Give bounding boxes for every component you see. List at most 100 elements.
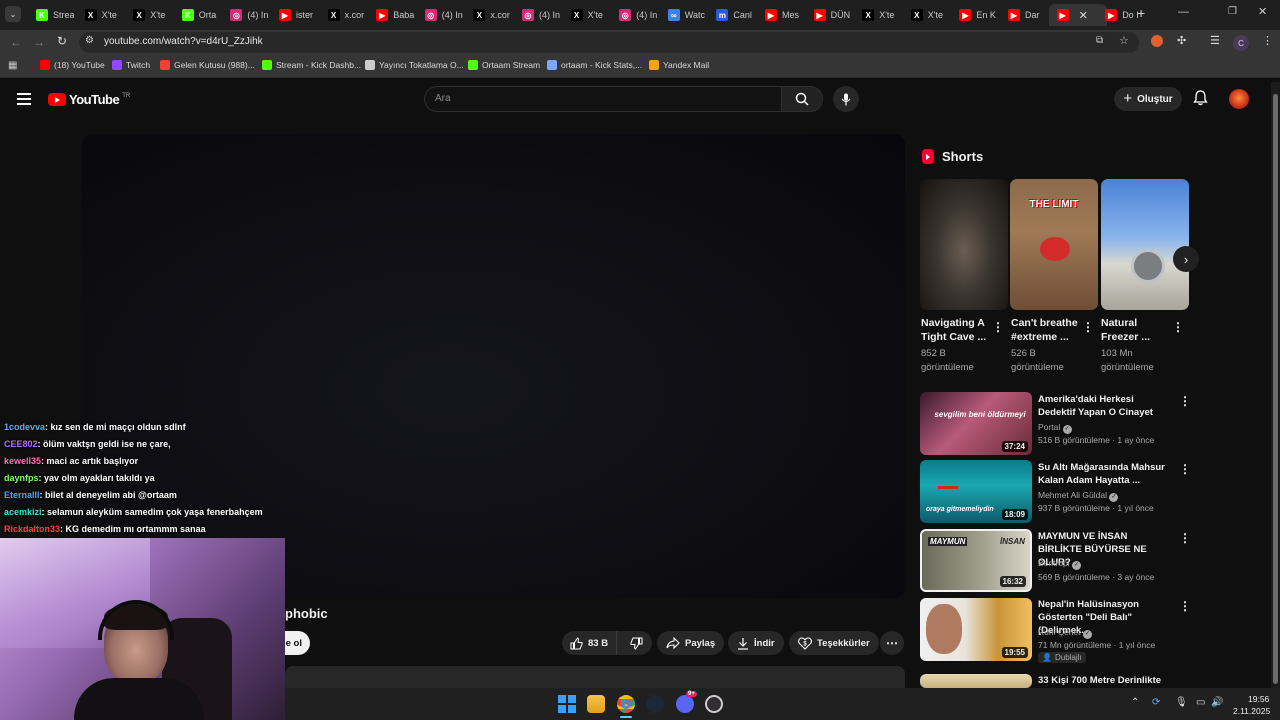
channel-name[interactable]: Mehmet Ali Güldal ✓ — [1038, 490, 1119, 502]
puzzle-extensions-icon[interactable]: ✣ — [1177, 34, 1186, 47]
video-thumbnail[interactable] — [920, 674, 1032, 688]
account-avatar[interactable] — [1229, 89, 1249, 109]
menu-kebab-icon[interactable]: ⋮ — [1262, 34, 1273, 47]
hamburger-menu-icon[interactable] — [17, 93, 31, 105]
bookmark-star-icon[interactable]: ☆ — [1119, 34, 1129, 47]
create-button[interactable]: + Oluştur — [1114, 87, 1182, 111]
bookmark-item[interactable]: ortaam - Kick Stats,... — [547, 60, 642, 70]
video-thumbnail[interactable]: 19:55 — [920, 598, 1032, 661]
channel-name[interactable]: Bentropi ✓ — [1038, 558, 1082, 570]
close-window-button[interactable]: ✕ — [1258, 5, 1267, 18]
short-menu-kebab-icon[interactable]: ⋮ — [1082, 320, 1094, 334]
bookmark-item[interactable]: Gelen Kutusu (988)... — [160, 60, 255, 70]
apps-grid-icon[interactable]: ▦ — [8, 60, 17, 71]
extension-icon[interactable] — [1151, 35, 1163, 47]
tray-volume-icon[interactable]: 🔊 — [1211, 697, 1223, 708]
obs-icon[interactable] — [705, 695, 723, 713]
chrome-icon[interactable] — [617, 695, 635, 713]
video-title-link[interactable]: Amerika'daki Herkesi Dedektif Yapan O Ci… — [1038, 393, 1173, 419]
video-title-link[interactable]: 33 Kişi 700 Metre Derinlikte — [1038, 674, 1173, 687]
video-thumbnail[interactable]: sevgilim beni öldürmeyi 37:24 — [920, 392, 1032, 455]
share-button[interactable]: Paylaş — [657, 631, 725, 655]
video-thumbnail[interactable]: MAYMUN İNSAN 16:32 — [920, 529, 1032, 592]
discord-icon[interactable]: 9+ — [676, 691, 697, 713]
clock-time[interactable]: 19:56 — [1248, 694, 1269, 704]
close-tab-icon[interactable]: ✕ — [1079, 9, 1088, 22]
browser-tab[interactable]: ▶ Dar — [1000, 4, 1046, 26]
video-thumbnail[interactable]: oraya gitmemeliydin 18:09 — [920, 460, 1032, 523]
like-button[interactable]: 83 B — [562, 631, 617, 655]
file-explorer-icon[interactable] — [587, 695, 605, 713]
short-title[interactable]: Can't breathe #extreme ... — [1011, 316, 1081, 344]
youtube-logo[interactable]: YouTube TR — [48, 92, 130, 107]
page-scrollbar[interactable] — [1271, 82, 1280, 688]
video-menu-kebab-icon[interactable]: ⋮ — [1179, 462, 1191, 476]
minimize-window-button[interactable]: — — [1178, 6, 1189, 18]
tray-sync-icon[interactable]: ⟳ — [1152, 697, 1160, 708]
browser-tab[interactable]: ◎ (4) In — [417, 4, 463, 26]
windows-start-icon[interactable] — [558, 695, 576, 713]
browser-tab[interactable]: ◎ (4) In — [514, 4, 560, 26]
search-box[interactable]: Ara — [424, 86, 782, 112]
reading-list-icon[interactable]: ☰ — [1210, 34, 1220, 47]
profile-avatar[interactable]: C — [1233, 35, 1249, 51]
bookmark-item[interactable]: (18) YouTube — [40, 60, 105, 70]
dislike-button[interactable] — [622, 631, 652, 655]
clock-date[interactable]: 2.11.2025 — [1233, 706, 1270, 716]
tray-network-icon[interactable]: ▭ — [1196, 697, 1205, 708]
video-menu-kebab-icon[interactable]: ⋮ — [1179, 599, 1191, 613]
short-title[interactable]: Natural Freezer ... — [1101, 316, 1171, 344]
channel-name[interactable]: Ruhi Çenet ✓ — [1038, 627, 1092, 639]
browser-tab[interactable]: K Orta — [174, 4, 220, 26]
bookmark-item[interactable]: Twitch — [112, 60, 150, 70]
bookmark-item[interactable]: Yayıncı Tokatlama O... — [365, 60, 464, 70]
channel-name[interactable]: Portal ✓ — [1038, 422, 1072, 434]
tray-chevron-up-icon[interactable]: ⌃ — [1131, 697, 1139, 708]
browser-tab[interactable]: ◎ (4) In — [611, 4, 657, 26]
voice-search-button[interactable] — [833, 86, 859, 112]
reload-icon[interactable]: ↻ — [57, 34, 67, 48]
notifications-bell-icon[interactable] — [1193, 90, 1208, 111]
search-input[interactable]: Ara — [435, 93, 451, 104]
video-menu-kebab-icon[interactable]: ⋮ — [1179, 531, 1191, 545]
short-title[interactable]: Navigating A Tight Cave ... — [921, 316, 991, 344]
short-thumbnail[interactable] — [1101, 179, 1189, 310]
browser-tab[interactable]: ▶ Baba — [368, 4, 414, 26]
bookmark-item[interactable]: Yandex Mail — [649, 60, 709, 70]
browser-tab[interactable]: m Canl — [708, 4, 754, 26]
browser-tab[interactable]: ▶ DÜN — [806, 4, 852, 26]
tab-search-button[interactable]: ⌄ — [5, 6, 21, 22]
forward-icon[interactable]: → — [33, 35, 45, 49]
video-menu-kebab-icon[interactable]: ⋮ — [1179, 394, 1191, 408]
search-button[interactable] — [781, 86, 823, 112]
description-box[interactable] — [285, 666, 905, 688]
thanks-button[interactable]: $ Teşekkürler — [789, 631, 879, 655]
browser-tab[interactable]: ▶ En K — [951, 4, 997, 26]
browser-tab[interactable]: X X'te — [77, 4, 123, 26]
browser-tab[interactable]: Xx.cor — [320, 4, 366, 26]
browser-tab[interactable]: ◎ (4) In — [222, 4, 268, 26]
video-title-link[interactable]: Su Altı Mağarasında Mahsur Kalan Adam Ha… — [1038, 461, 1173, 487]
browser-tab[interactable]: X X'te — [903, 4, 949, 26]
bookmark-item[interactable]: Stream - Kick Dashb... — [262, 60, 361, 70]
browser-tab[interactable]: X X'te — [563, 4, 609, 26]
site-info-icon[interactable]: ⚙ — [85, 35, 94, 46]
browser-tab[interactable]: ∞ Watc — [660, 4, 706, 26]
back-icon[interactable]: ← — [10, 35, 22, 49]
new-tab-button[interactable]: + — [1137, 5, 1145, 21]
shorts-next-button[interactable]: › — [1173, 246, 1199, 272]
browser-tab[interactable]: Xx.cor — [465, 4, 511, 26]
scrollbar-thumb[interactable] — [1273, 94, 1278, 684]
browser-tab[interactable]: ▶ Mes — [757, 4, 803, 26]
steam-icon[interactable] — [646, 695, 664, 713]
browser-tab[interactable]: X X'te — [125, 4, 171, 26]
more-actions-button[interactable]: ⋯ — [880, 631, 904, 655]
short-thumbnail[interactable] — [920, 179, 1008, 310]
browser-tab[interactable]: ▶ ister — [271, 4, 317, 26]
short-menu-kebab-icon[interactable]: ⋮ — [992, 320, 1004, 334]
short-menu-kebab-icon[interactable]: ⋮ — [1172, 320, 1184, 334]
tray-microphone-icon[interactable]: 🎙 — [1175, 697, 1188, 708]
browser-tab[interactable]: X X'te — [854, 4, 900, 26]
bookmark-item[interactable]: Ortaam Stream — [468, 60, 540, 70]
short-thumbnail[interactable]: THE LIMIT — [1010, 179, 1098, 310]
